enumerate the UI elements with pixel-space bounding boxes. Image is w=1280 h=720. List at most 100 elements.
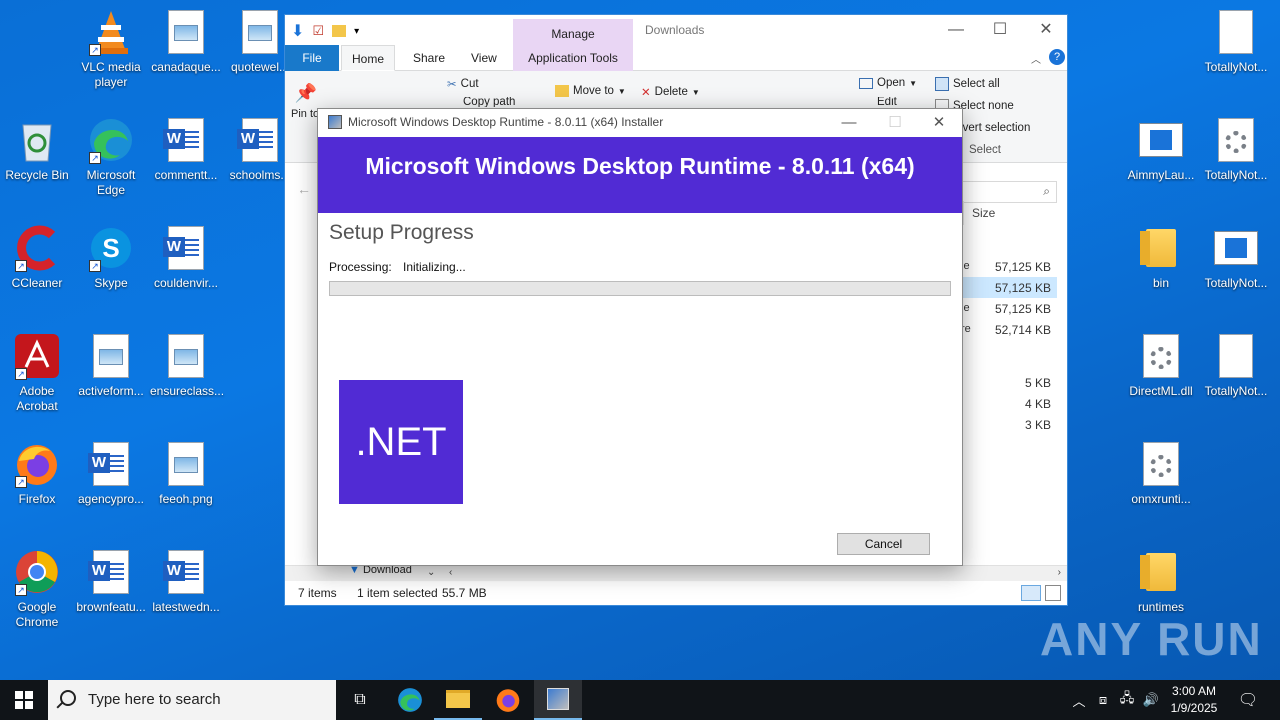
taskbar-file-explorer[interactable]	[434, 680, 482, 720]
desktop-icon-word-file[interactable]: W couldenvir...	[150, 224, 222, 291]
blank-file-icon	[1212, 332, 1260, 380]
new-folder-icon[interactable]	[332, 25, 347, 37]
maximize-icon[interactable]: ☐	[872, 109, 918, 137]
word-document-icon: W	[162, 548, 210, 596]
desktop-icon-blank-file[interactable]: TotallyNot...	[1200, 8, 1272, 75]
chrome-icon: ↗	[13, 548, 61, 596]
row-size[interactable]: 52,714 KB	[961, 319, 1057, 340]
tab-home[interactable]: Home	[341, 45, 396, 71]
desktop-icon-word-file[interactable]: W latestwedn...	[150, 548, 222, 615]
network-device-icon[interactable]: ⧈	[1092, 680, 1114, 720]
desktop-icon-label: TotallyNot...	[1204, 168, 1268, 182]
row-size[interactable]: 3 KB	[961, 414, 1057, 435]
start-button[interactable]	[0, 680, 48, 720]
show-hidden-icons[interactable]: ︿	[1068, 680, 1090, 720]
search-icon	[60, 690, 76, 706]
search-box[interactable]: ⌕	[961, 181, 1057, 203]
chevron-down-icon[interactable]: ⌄	[427, 567, 435, 578]
desktop-icon-label: activeform...	[78, 384, 144, 398]
desktop-icon-settings-file[interactable]: onnxrunti...	[1125, 440, 1197, 507]
desktop-icon-settings-file[interactable]: TotallyNot...	[1200, 116, 1272, 183]
large-icons-view-icon[interactable]	[1045, 585, 1061, 601]
edit-button[interactable]: Edit	[859, 97, 897, 107]
open-button[interactable]: Open ▼	[859, 77, 917, 89]
row-size[interactable]: 57,125 KB	[961, 298, 1057, 319]
delete-button[interactable]: ✕ Delete ▼	[641, 85, 700, 99]
desktop-icon-folder[interactable]: runtimes	[1125, 548, 1197, 615]
details-view-icon[interactable]	[1021, 585, 1041, 601]
desktop-icon-word-file[interactable]: W commentt...	[150, 116, 222, 183]
notifications-icon[interactable]: 🗨	[1234, 680, 1262, 720]
cancel-button[interactable]: Cancel	[837, 533, 930, 555]
processing-value: Initializing...	[403, 260, 466, 274]
maximize-icon[interactable]: ☐	[977, 19, 1023, 41]
edge-icon: ↗	[87, 116, 135, 164]
explorer-titlebar[interactable]: ⬇ ☑ ▾ Downloads — ☐ ✕	[285, 15, 1067, 45]
help-icon[interactable]: ?	[1049, 49, 1065, 65]
tab-view[interactable]: View	[461, 45, 507, 71]
desktop-icon-ccleaner[interactable]: ↗ CCleaner	[1, 224, 73, 291]
quick-access-toolbar: ⬇ ☑ ▾	[291, 21, 359, 41]
installer-dialog[interactable]: Microsoft Windows Desktop Runtime - 8.0.…	[317, 108, 963, 566]
copy-path-button[interactable]: Copy path	[447, 97, 515, 107]
desktop-icon-settings-file[interactable]: DirectML.dll	[1125, 332, 1197, 399]
taskbar-installer[interactable]	[534, 680, 582, 720]
clock[interactable]: 3:00 AM 1/9/2025	[1164, 683, 1224, 717]
close-icon[interactable]: ✕	[1023, 19, 1069, 41]
chevron-down-icon: ▼	[617, 86, 626, 96]
desktop-icon-skype[interactable]: S ↗ Skype	[75, 224, 147, 291]
collapse-ribbon-icon[interactable]: ︿	[1031, 51, 1041, 66]
minimize-icon[interactable]: —	[933, 19, 979, 41]
desktop-icon-word-file[interactable]: W agencypro...	[75, 440, 147, 507]
close-icon[interactable]: ✕	[916, 109, 962, 137]
scissors-icon: ✂	[447, 79, 457, 91]
vlc-icon: ↗	[87, 8, 135, 56]
row-size-selected[interactable]: 57,125 KB	[961, 277, 1057, 298]
taskbar-firefox[interactable]	[484, 680, 532, 720]
desktop-icon-chrome[interactable]: ↗ Google Chrome	[1, 548, 73, 630]
customize-qat-icon[interactable]: ▾	[354, 26, 359, 37]
taskbar-edge[interactable]	[386, 680, 434, 720]
desktop-icon-folder[interactable]: bin	[1125, 224, 1197, 291]
column-header-size[interactable]: Size	[963, 201, 1053, 225]
desktop-icon-recycle-bin[interactable]: Recycle Bin	[1, 116, 73, 183]
scroll-left-icon[interactable]: ‹	[449, 567, 452, 578]
desktop-icon-app[interactable]: AimmyLau...	[1125, 116, 1197, 183]
folder-icon	[1137, 548, 1185, 596]
desktop-icon-image-file[interactable]: ensureclass...	[150, 332, 224, 399]
desktop-icon-blank-file[interactable]: TotallyNot...	[1200, 332, 1272, 399]
tab-application-tools[interactable]: Application Tools	[513, 51, 633, 65]
desktop-icon-acrobat[interactable]: ↗ Adobe Acrobat	[1, 332, 73, 414]
row-size[interactable]: 57,125 KB	[961, 256, 1057, 277]
desktop-icon-vlc[interactable]: ↗ VLC media player	[75, 8, 147, 90]
scroll-right-icon[interactable]: ›	[1058, 567, 1061, 578]
select-all-button[interactable]: Select all	[935, 77, 1000, 91]
status-selection: 1 item selected	[357, 586, 438, 600]
properties-icon[interactable]: ☑	[312, 23, 324, 39]
taskbar-search-box[interactable]: Type here to search	[48, 680, 336, 720]
desktop-icon-word-file[interactable]: W brownfeatu...	[75, 548, 147, 615]
desktop-icon-app[interactable]: TotallyNot...	[1200, 224, 1272, 291]
firefox-icon	[496, 689, 520, 712]
tab-file[interactable]: File	[285, 45, 339, 71]
back-arrow-icon[interactable]: ←	[297, 181, 311, 197]
anyrun-watermark: ANY RUN	[1040, 613, 1263, 665]
open-label: Open	[877, 77, 906, 89]
desktop-icon-edge[interactable]: ↗ Microsoft Edge	[75, 116, 147, 198]
desktop-icon-firefox[interactable]: ↗ Firefox	[1, 440, 73, 507]
tab-share[interactable]: Share	[403, 45, 455, 71]
row-size[interactable]: 4 KB	[961, 393, 1057, 414]
minimize-icon[interactable]: —	[826, 109, 872, 137]
desktop-icon-image-file[interactable]: canadaque...	[150, 8, 222, 75]
volume-icon[interactable]: 🔊	[1140, 680, 1162, 720]
task-view-button[interactable]: ⧉	[336, 680, 384, 720]
desktop-icon-image-file[interactable]: feeoh.png	[150, 440, 222, 507]
network-icon[interactable]: 🖧	[1116, 680, 1138, 720]
move-to-button[interactable]: Move to ▼	[555, 85, 626, 97]
tab-manage[interactable]: Manage	[513, 27, 633, 41]
cut-button[interactable]: ✂ Cut	[447, 77, 479, 91]
download-arrow-icon[interactable]: ⬇	[291, 21, 304, 41]
desktop-icon-image-file[interactable]: activeform...	[75, 332, 147, 399]
installer-titlebar[interactable]: Microsoft Windows Desktop Runtime - 8.0.…	[318, 109, 962, 137]
row-size[interactable]: 5 KB	[961, 372, 1057, 393]
